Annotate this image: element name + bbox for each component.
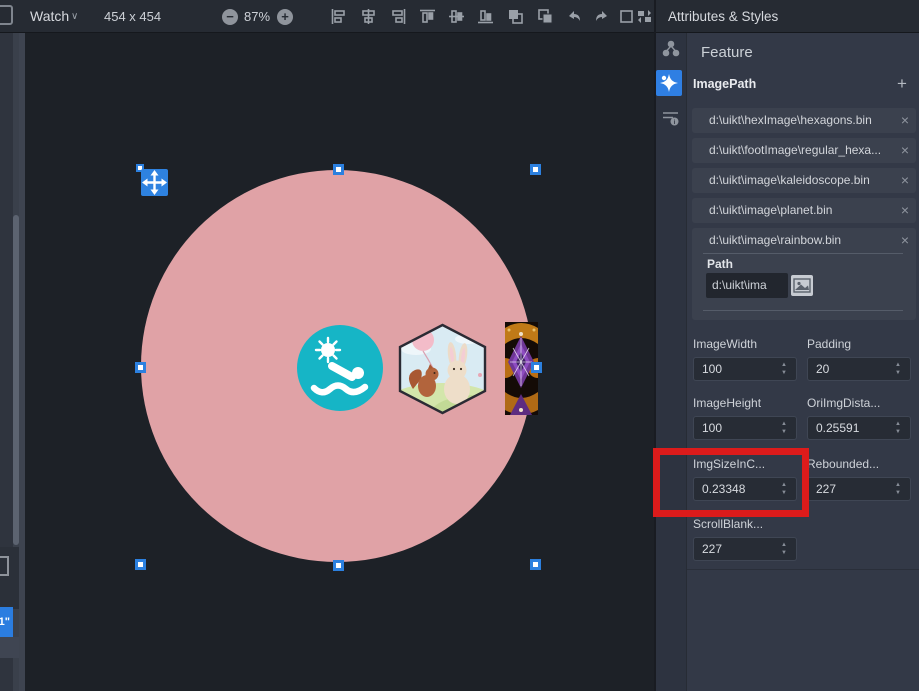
attributes-panel: Feature ImagePath + d:\uikt\hexImage\hex… <box>686 33 919 691</box>
field-label: Padding <box>807 337 911 351</box>
top-toolbar: Watch ∨ 454 x 454 − 87% + <box>0 0 919 33</box>
align-center-horizontal-icon[interactable] <box>360 8 377 25</box>
imagepath-row[interactable]: d:\uikt\hexImage\hexagons.bin × <box>692 108 916 133</box>
cutoff-tool-button[interactable] <box>0 5 13 25</box>
tab-feature-active[interactable] <box>656 70 682 96</box>
imagepath-row-text: d:\uikt\image\kaleidoscope.bin <box>709 173 870 187</box>
field-imageheight: ImageHeight 100 ▲▼ <box>693 396 797 410</box>
left-dock-grey-block <box>0 637 19 658</box>
field-oriimgdistance: OriImgDista... 0.25591 ▲▼ <box>807 396 911 410</box>
canvas-size-label: 454 x 454 <box>104 0 161 33</box>
picture-icon <box>791 275 813 296</box>
spinner[interactable]: ▲▼ <box>781 539 791 559</box>
panel-tab-rail: i <box>656 33 686 691</box>
swimmer-sun-icon <box>297 325 383 411</box>
imagepath-row-text: d:\uikt\footImage\regular_hexa... <box>709 143 881 157</box>
imagepath-row[interactable]: d:\uikt\image\kaleidoscope.bin × <box>692 168 916 193</box>
selection-handle-bottom-right[interactable] <box>530 559 541 570</box>
field-input[interactable]: 227 ▲▼ <box>807 477 911 501</box>
squirrel-rabbit-illustration <box>396 323 489 415</box>
move-widget-button[interactable] <box>141 169 168 196</box>
field-scrollblank: ScrollBlank... 227 ▲▼ <box>693 517 797 531</box>
field-label: Rebounded... <box>807 457 911 471</box>
align-right-icon[interactable] <box>390 8 407 25</box>
spinner[interactable]: ▲▼ <box>895 359 905 379</box>
field-label: ScrollBlank... <box>693 517 797 531</box>
imagepath-row-text: d:\uikt\image\rainbow.bin <box>709 228 899 253</box>
bring-forward-icon[interactable] <box>507 8 524 25</box>
add-imagepath-button[interactable]: + <box>897 74 907 94</box>
undo-icon[interactable] <box>566 8 583 25</box>
align-top-icon[interactable] <box>419 8 436 25</box>
panel-header-title: Attributes & Styles <box>668 0 778 33</box>
close-icon[interactable]: × <box>901 108 909 133</box>
left-dock-tool-button[interactable] <box>0 556 9 576</box>
marquee-icon[interactable] <box>618 8 635 25</box>
close-icon[interactable]: × <box>901 198 909 223</box>
spinner[interactable]: ▲▼ <box>781 359 791 379</box>
image-picker-button[interactable] <box>791 275 813 296</box>
align-left-icon[interactable] <box>330 8 347 25</box>
selection-handle-middle-right[interactable] <box>531 362 542 373</box>
align-bottom-icon[interactable] <box>477 8 494 25</box>
path-field-label: Path <box>707 257 733 271</box>
selection-handle-top-center[interactable] <box>333 164 344 175</box>
imagepath-row-text: d:\uikt\hexImage\hexagons.bin <box>709 113 872 127</box>
field-label: ImageWidth <box>693 337 797 351</box>
highlight-red-box <box>653 448 809 517</box>
chevron-down-icon[interactable]: ∨ <box>71 0 78 33</box>
field-input[interactable]: 20 ▲▼ <box>807 357 911 381</box>
field-input[interactable]: 0.25591 ▲▼ <box>807 416 911 440</box>
field-label: ImageHeight <box>693 396 797 410</box>
selection-handle-bottom-center[interactable] <box>333 560 344 571</box>
swim-icon-widget[interactable] <box>297 325 383 411</box>
selection-handle-top-right[interactable] <box>530 164 541 175</box>
divider <box>703 253 903 254</box>
path-input[interactable]: d:\uikt\ima <box>706 273 788 298</box>
tab-form-info[interactable]: i <box>661 109 680 133</box>
redo-icon[interactable] <box>593 8 610 25</box>
imagepath-row[interactable]: d:\uikt\footImage\regular_hexa... × <box>692 138 916 163</box>
zoom-in-button[interactable]: + <box>277 9 293 25</box>
transform-icon[interactable] <box>636 8 653 25</box>
design-canvas[interactable] <box>25 33 654 691</box>
imagepath-label: ImagePath <box>693 77 756 91</box>
section-title: Feature <box>701 44 753 61</box>
field-rebounded: Rebounded... 227 ▲▼ <box>807 457 911 471</box>
close-icon[interactable]: × <box>901 228 909 253</box>
zoom-level: 87% <box>244 0 270 33</box>
close-icon[interactable]: × <box>901 168 909 193</box>
imagepath-row-expanded[interactable]: d:\uikt\image\rainbow.bin × Path d:\uikt… <box>692 228 916 320</box>
send-backward-icon[interactable] <box>537 8 554 25</box>
field-label: OriImgDista... <box>807 396 911 410</box>
spinner[interactable]: ▲▼ <box>895 418 905 438</box>
field-imagewidth: ImageWidth 100 ▲▼ <box>693 337 797 351</box>
imagepath-row-text: d:\uikt\image\planet.bin <box>709 203 832 217</box>
selection-handle-bottom-left[interactable] <box>135 559 146 570</box>
field-input[interactable]: 227 ▲▼ <box>693 537 797 561</box>
panel-divider <box>654 0 656 691</box>
field-input[interactable]: 100 ▲▼ <box>693 357 797 381</box>
imagepath-row[interactable]: d:\uikt\image\planet.bin × <box>692 198 916 223</box>
close-icon[interactable]: × <box>901 138 909 163</box>
feature-star-icon <box>656 70 682 96</box>
field-padding: Padding 20 ▲▼ <box>807 337 911 351</box>
hierarchy-icon <box>662 40 680 58</box>
tab-hierarchy[interactable] <box>662 40 680 63</box>
app-window: Watch ∨ 454 x 454 − 87% + <box>0 0 919 691</box>
divider <box>703 310 903 311</box>
align-middle-vertical-icon[interactable] <box>448 8 465 25</box>
device-selector[interactable]: Watch <box>30 0 69 33</box>
selection-handle-middle-left[interactable] <box>135 362 146 373</box>
move-icon <box>141 169 168 196</box>
spinner[interactable]: ▲▼ <box>895 479 905 499</box>
spinner[interactable]: ▲▼ <box>781 418 791 438</box>
left-dock-blue-chip[interactable]: 1" <box>0 607 13 637</box>
zoom-out-button[interactable]: − <box>222 9 238 25</box>
divider <box>687 569 919 570</box>
hexagon-image-widget[interactable] <box>396 323 489 420</box>
field-input[interactable]: 100 ▲▼ <box>693 416 797 440</box>
list-info-icon: i <box>661 109 680 128</box>
